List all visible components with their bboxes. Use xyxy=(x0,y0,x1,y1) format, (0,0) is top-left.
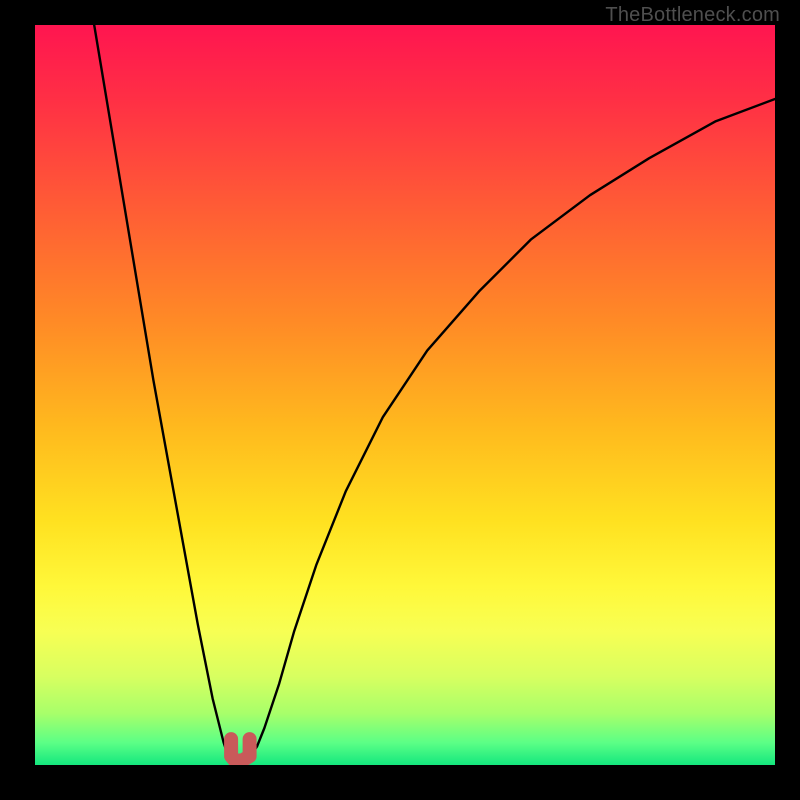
plot-area xyxy=(35,25,775,765)
curve-right xyxy=(250,99,775,758)
optimum-marker xyxy=(231,739,250,760)
watermark-text: TheBottleneck.com xyxy=(605,4,780,27)
curve-left xyxy=(94,25,231,758)
chart-frame: TheBottleneck.com xyxy=(0,0,800,800)
chart-svg xyxy=(35,25,775,765)
